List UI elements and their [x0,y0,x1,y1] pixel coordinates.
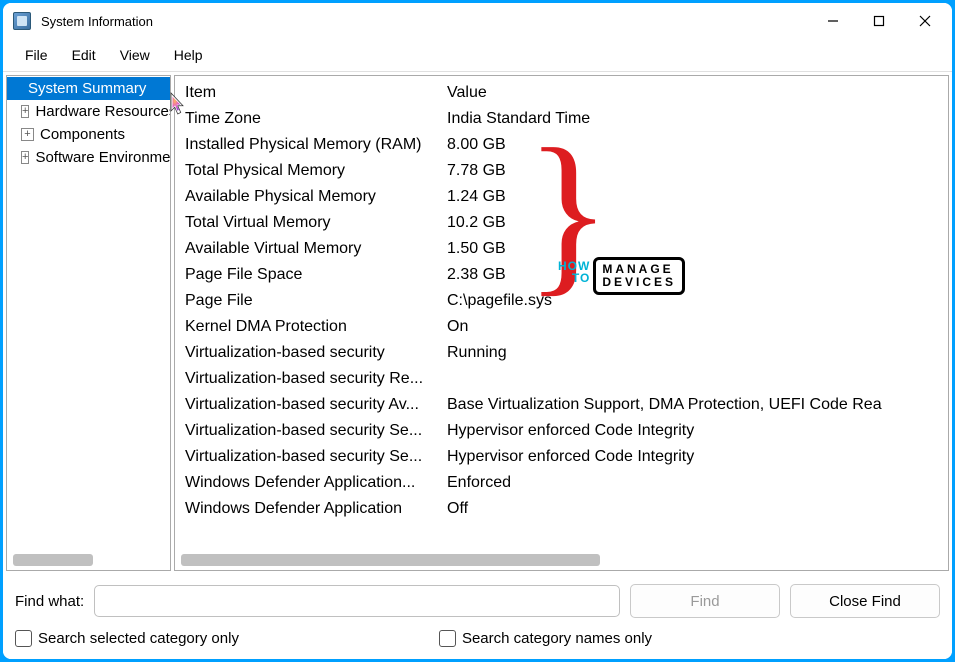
window-title: System Information [41,14,810,29]
content-area: System Summary + Hardware Resources + Co… [3,72,952,574]
grid-row[interactable]: Total Virtual Memory10.2 GB [185,210,938,236]
cell-value: Hypervisor enforced Code Integrity [447,448,938,466]
tree-item-software-environment[interactable]: + Software Environment [7,146,170,169]
cell-value: 2.38 GB [447,266,938,284]
tree-item-label: Hardware Resources [35,103,170,120]
cell-value: 1.24 GB [447,188,938,206]
grid-row[interactable]: Total Physical Memory7.78 GB [185,158,938,184]
cell-item: Virtualization-based security Re... [185,370,447,388]
grid-row[interactable]: Virtualization-based security Se...Hyper… [185,444,938,470]
minimize-button[interactable] [810,5,856,37]
detail-horizontal-scrollbar[interactable] [181,554,942,566]
checkbox-icon[interactable] [439,630,456,647]
grid-row[interactable]: Kernel DMA ProtectionOn [185,314,938,340]
menu-file[interactable]: File [13,43,60,67]
tree-horizontal-scrollbar[interactable] [13,554,164,566]
cell-item: Windows Defender Application [185,500,447,518]
checkbox-label: Search selected category only [38,630,239,647]
menu-help[interactable]: Help [162,43,215,67]
checkbox-search-selected-category[interactable]: Search selected category only [15,630,239,647]
tree-item-label: Software Environment [35,149,170,166]
cell-value: 1.50 GB [447,240,938,258]
cell-item: Virtualization-based security Av... [185,396,447,414]
cell-item: Page File Space [185,266,447,284]
find-label: Find what: [15,593,84,610]
cell-item: Total Physical Memory [185,162,447,180]
menubar: File Edit View Help [3,39,952,72]
menu-view[interactable]: View [108,43,162,67]
cell-item: Windows Defender Application... [185,474,447,492]
cell-item: Virtualization-based security [185,344,447,362]
scrollbar-thumb[interactable] [181,554,600,566]
cell-value: Running [447,344,938,362]
tree-item-system-summary[interactable]: System Summary [7,77,170,100]
expand-icon[interactable]: + [21,105,29,118]
checkbox-icon[interactable] [15,630,32,647]
app-icon [13,12,31,30]
grid-row[interactable]: Virtualization-based security Re... [185,366,938,392]
cell-value: On [447,318,938,336]
cell-item: Page File [185,292,447,310]
checkbox-search-category-names[interactable]: Search category names only [439,630,652,647]
expand-icon[interactable]: + [21,128,34,141]
grid-header[interactable]: Item Value [185,80,938,106]
grid-row[interactable]: Virtualization-based securityRunning [185,340,938,366]
cell-value: 8.00 GB [447,136,938,154]
grid-row[interactable]: Available Physical Memory1.24 GB [185,184,938,210]
find-panel: Find what: Find Close Find Search select… [3,574,952,659]
grid-row[interactable]: Windows Defender Application...Enforced [185,470,938,496]
grid-row[interactable]: Page File Space2.38 GB [185,262,938,288]
cell-item: Installed Physical Memory (RAM) [185,136,447,154]
grid-row[interactable]: Time ZoneIndia Standard Time [185,106,938,132]
maximize-button[interactable] [856,5,902,37]
cell-value: Enforced [447,474,938,492]
cell-value: 10.2 GB [447,214,938,232]
cell-item: Available Physical Memory [185,188,447,206]
tree-content: System Summary + Hardware Resources + Co… [7,76,170,550]
cell-value: Off [447,500,938,518]
find-input[interactable] [94,585,620,617]
grid-row[interactable]: Windows Defender ApplicationOff [185,496,938,522]
cell-item: Time Zone [185,110,447,128]
column-header-value[interactable]: Value [447,84,938,102]
grid-row[interactable]: Virtualization-based security Av...Base … [185,392,938,418]
menu-edit[interactable]: Edit [60,43,108,67]
window-controls [810,5,948,37]
scrollbar-thumb[interactable] [13,554,93,566]
tree-item-label: Components [40,126,125,143]
grid-row[interactable]: Installed Physical Memory (RAM)8.00 GB [185,132,938,158]
checkbox-label: Search category names only [462,630,652,647]
cell-value: Hypervisor enforced Code Integrity [447,422,938,440]
cell-value: 7.78 GB [447,162,938,180]
cell-item: Virtualization-based security Se... [185,422,447,440]
cell-item: Virtualization-based security Se... [185,448,447,466]
titlebar: System Information [3,3,952,39]
tree-item-components[interactable]: + Components [7,123,170,146]
close-button[interactable] [902,5,948,37]
cell-value: India Standard Time [447,110,938,128]
cell-value: C:\pagefile.sys [447,292,938,310]
close-find-button[interactable]: Close Find [790,584,940,618]
grid-row[interactable]: Virtualization-based security Se...Hyper… [185,418,938,444]
tree-item-hardware-resources[interactable]: + Hardware Resources [7,100,170,123]
grid-row[interactable]: Page FileC:\pagefile.sys [185,288,938,314]
find-button[interactable]: Find [630,584,780,618]
detail-grid: Item Value Time ZoneIndia Standard TimeI… [175,76,948,554]
cell-item: Available Virtual Memory [185,240,447,258]
cell-value: Base Virtualization Support, DMA Protect… [447,396,938,414]
cell-item: Total Virtual Memory [185,214,447,232]
grid-row[interactable]: Available Virtual Memory1.50 GB [185,236,938,262]
detail-pane: Item Value Time ZoneIndia Standard TimeI… [174,75,949,571]
column-header-item[interactable]: Item [185,84,447,102]
tree-pane: System Summary + Hardware Resources + Co… [6,75,171,571]
tree-item-label: System Summary [28,80,146,97]
cell-item: Kernel DMA Protection [185,318,447,336]
system-information-window: System Information File Edit View Help [3,3,952,659]
expand-icon[interactable]: + [21,151,29,164]
